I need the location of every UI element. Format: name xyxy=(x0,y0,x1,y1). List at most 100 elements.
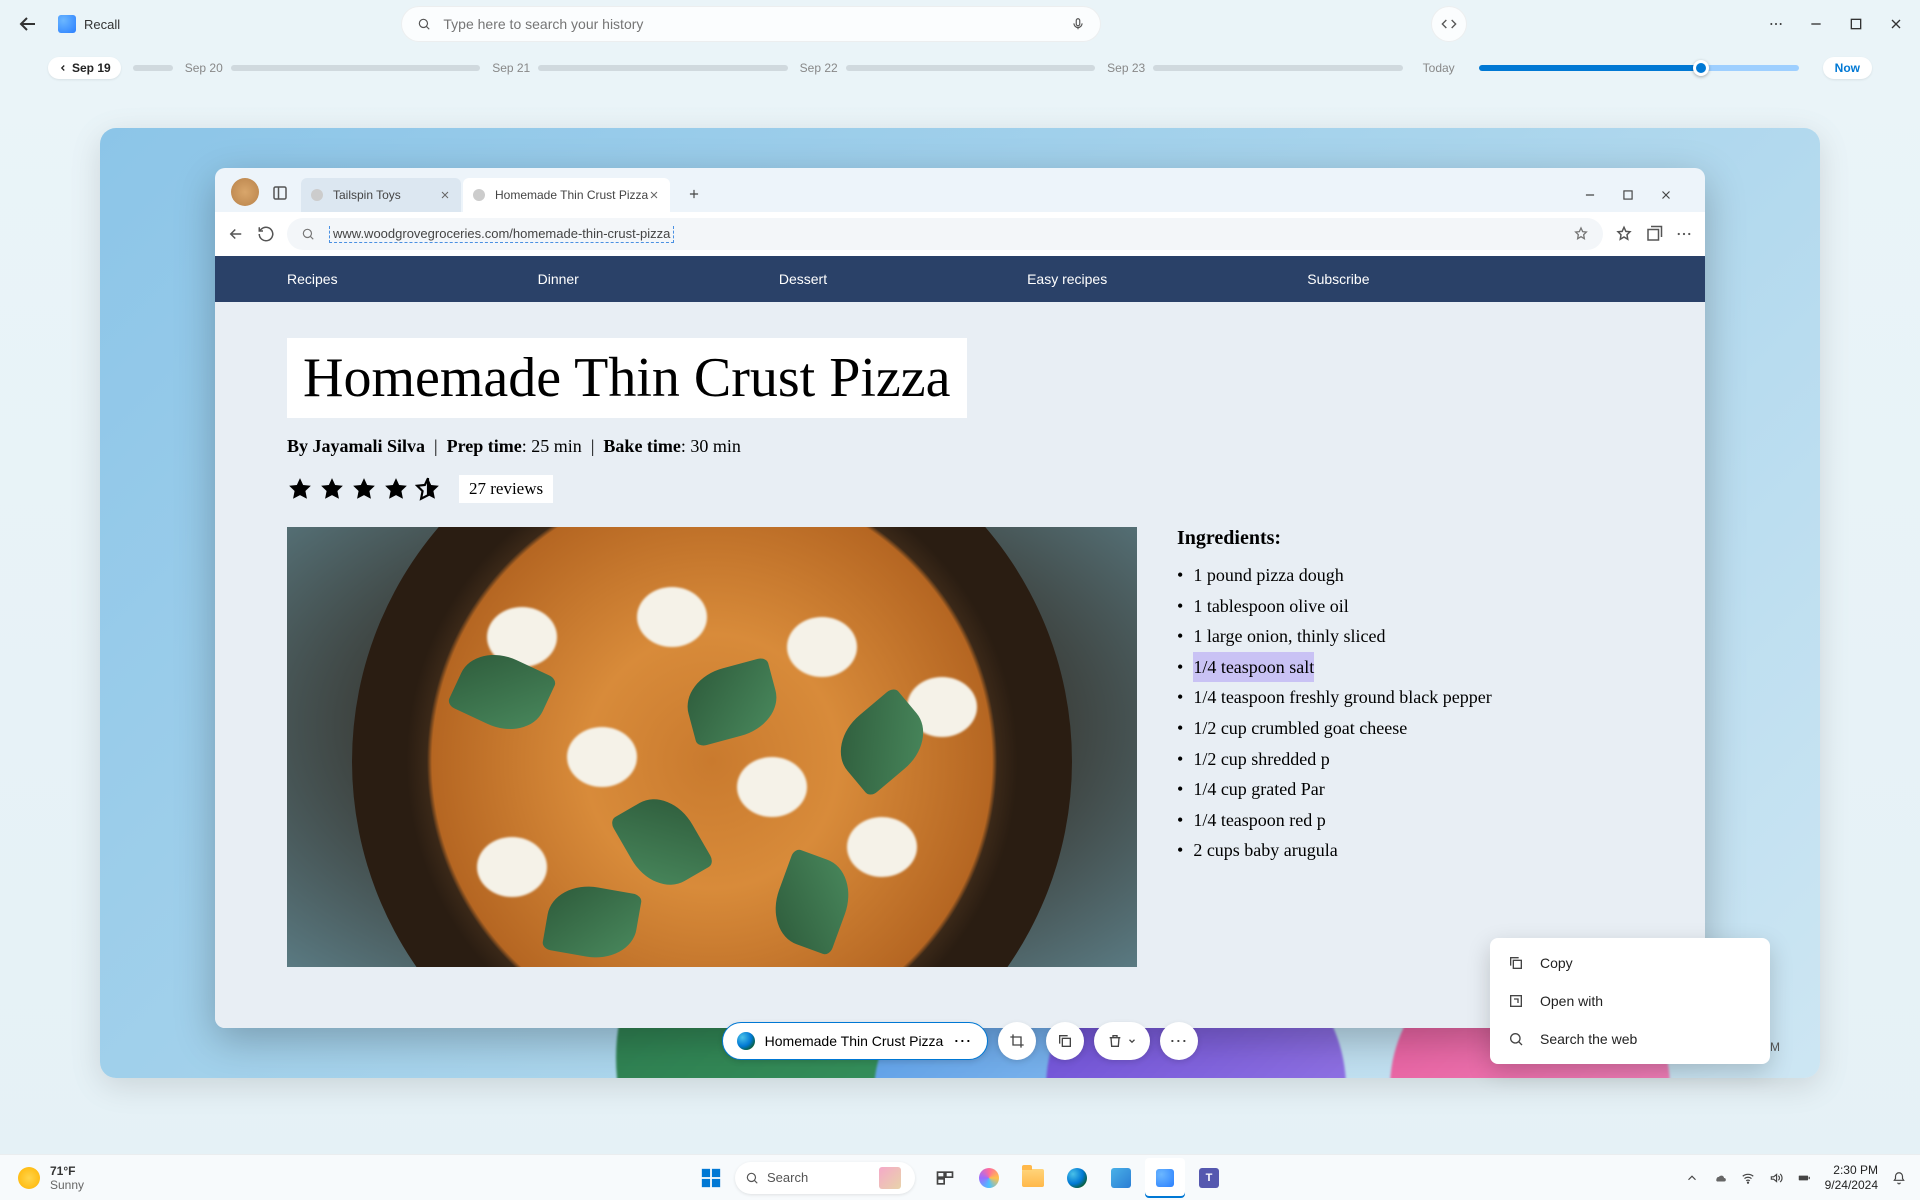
collections-icon[interactable] xyxy=(1645,225,1663,243)
teams-icon: T xyxy=(1199,1168,1219,1188)
timeline-segment[interactable] xyxy=(231,65,480,71)
store-icon xyxy=(1111,1168,1131,1188)
teams-button[interactable]: T xyxy=(1189,1158,1229,1198)
task-view-button[interactable] xyxy=(925,1158,965,1198)
snapshot-source-more-icon[interactable]: ⋯ xyxy=(953,1031,973,1052)
taskbar-clock[interactable]: 2:30 PM 9/24/2024 xyxy=(1825,1163,1878,1192)
start-button[interactable] xyxy=(691,1158,731,1198)
copilot-button[interactable] xyxy=(969,1158,1009,1198)
back-icon[interactable] xyxy=(16,12,40,36)
windows-taskbar[interactable]: 71°F Sunny Search T 2:30 PM 9/24/2024 xyxy=(0,1154,1920,1200)
onedrive-icon[interactable] xyxy=(1713,1171,1727,1185)
favorites-bar-icon[interactable] xyxy=(1615,225,1633,243)
address-url: www.woodgrovegroceries.com/homemade-thin… xyxy=(329,226,674,243)
windows-icon xyxy=(700,1167,722,1189)
more-icon[interactable] xyxy=(1768,16,1784,32)
timeline-date-label: Sep 21 xyxy=(492,61,530,75)
timeline-start-chip[interactable]: Sep 19 xyxy=(48,57,121,79)
timeline-segment[interactable] xyxy=(1153,65,1402,71)
timeline-scrubber-handle[interactable] xyxy=(1693,60,1709,76)
snapshot-more-button[interactable]: ⋯ xyxy=(1160,1022,1198,1060)
site-nav-link[interactable]: Easy recipes xyxy=(1027,271,1107,287)
favorite-icon[interactable] xyxy=(1573,226,1589,242)
browser-back-icon[interactable] xyxy=(227,225,245,243)
tab-close-icon[interactable] xyxy=(648,189,660,201)
tray-chevron-icon[interactable] xyxy=(1685,1171,1699,1185)
context-menu-search-web[interactable]: Search the web xyxy=(1490,1020,1770,1058)
tab-favicon-icon xyxy=(311,189,323,201)
ingredient-text: 2 cups baby arugula xyxy=(1193,835,1337,866)
profile-avatar[interactable] xyxy=(231,178,259,206)
volume-icon[interactable] xyxy=(1769,1171,1783,1185)
recall-app-button[interactable] xyxy=(1145,1158,1185,1198)
site-nav-link[interactable]: Recipes xyxy=(287,271,338,287)
delete-snapshot-button[interactable] xyxy=(1094,1022,1150,1060)
mic-icon[interactable] xyxy=(1071,17,1085,31)
timeline-segment[interactable] xyxy=(538,65,787,71)
history-search-input[interactable] xyxy=(443,16,1071,32)
ingredient-item[interactable]: 1 large onion, thinly sliced xyxy=(1177,621,1633,652)
site-nav-link[interactable]: Dinner xyxy=(538,271,579,287)
ingredient-item[interactable]: 1 tablespoon olive oil xyxy=(1177,591,1633,622)
edge-button[interactable] xyxy=(1057,1158,1097,1198)
copy-snapshot-button[interactable] xyxy=(1046,1022,1084,1060)
ingredient-item[interactable]: 2 cups baby arugula xyxy=(1177,835,1633,866)
notifications-icon[interactable] xyxy=(1892,1171,1906,1185)
ingredient-item[interactable]: 1/4 teaspoon freshly ground black pepper xyxy=(1177,682,1633,713)
wifi-icon[interactable] xyxy=(1741,1171,1755,1185)
site-nav: Recipes Dinner Dessert Easy recipes Subs… xyxy=(215,256,1705,302)
trash-icon xyxy=(1107,1033,1123,1049)
timeline-start-label: Sep 19 xyxy=(72,61,111,75)
ingredient-item[interactable]: 1 pound pizza dough xyxy=(1177,560,1633,591)
context-menu-copy[interactable]: Copy xyxy=(1490,944,1770,982)
minimize-icon[interactable] xyxy=(1808,16,1824,32)
timeline-now-button[interactable]: Now xyxy=(1823,57,1872,79)
battery-icon[interactable] xyxy=(1797,1171,1811,1185)
window-close-icon[interactable] xyxy=(1659,188,1673,202)
recipe-hero-image xyxy=(287,527,1137,967)
timeline-today-track[interactable] xyxy=(1479,65,1799,71)
crop-snapshot-button[interactable] xyxy=(998,1022,1036,1060)
ingredients-heading: Ingredients: xyxy=(1177,527,1633,550)
maximize-icon[interactable] xyxy=(1848,16,1864,32)
ingredient-item[interactable]: 1/4 cup grated Par xyxy=(1177,774,1633,805)
snapshot-source-chip[interactable]: Homemade Thin Crust Pizza ⋯ xyxy=(722,1022,989,1060)
timeline-segment[interactable] xyxy=(846,65,1095,71)
ingredient-item[interactable]: 1/4 teaspoon salt xyxy=(1177,652,1633,683)
taskbar-time: 2:30 PM xyxy=(1825,1163,1878,1177)
site-nav-link[interactable]: Dessert xyxy=(779,271,827,287)
browser-tab[interactable]: Homemade Thin Crust Pizza xyxy=(463,178,670,212)
browser-tab[interactable]: Tailspin Toys xyxy=(301,178,461,212)
timeline[interactable]: Sep 19 Sep 20 Sep 21 Sep 22 Sep 23 Today… xyxy=(0,48,1920,88)
vertical-tabs-icon[interactable] xyxy=(271,184,289,202)
store-button[interactable] xyxy=(1101,1158,1141,1198)
taskbar-weather[interactable]: 71°F Sunny xyxy=(0,1164,84,1192)
new-tab-button[interactable] xyxy=(680,180,708,208)
ingredient-item[interactable]: 1/4 teaspoon red p xyxy=(1177,805,1633,836)
context-menu-open-with[interactable]: Open with xyxy=(1490,982,1770,1020)
edge-icon xyxy=(1067,1168,1087,1188)
star-icon xyxy=(383,476,409,502)
site-nav-link[interactable]: Subscribe xyxy=(1307,271,1369,287)
ingredient-text: 1/2 cup crumbled goat cheese xyxy=(1193,713,1407,744)
weather-sun-icon xyxy=(18,1167,40,1189)
taskbar-search[interactable]: Search xyxy=(735,1162,915,1194)
tab-close-icon[interactable] xyxy=(439,189,451,201)
address-bar[interactable]: www.woodgrovegroceries.com/homemade-thin… xyxy=(287,218,1603,250)
ingredient-item[interactable]: 1/2 cup crumbled goat cheese xyxy=(1177,713,1633,744)
window-maximize-icon[interactable] xyxy=(1621,188,1635,202)
page-body: Homemade Thin Crust Pizza By Jayamali Si… xyxy=(215,302,1705,1028)
close-icon[interactable] xyxy=(1888,16,1904,32)
file-explorer-button[interactable] xyxy=(1013,1158,1053,1198)
timeline-segment[interactable] xyxy=(133,65,173,71)
code-icon xyxy=(1441,16,1457,32)
timeline-date-label: Sep 22 xyxy=(800,61,838,75)
search-highlight-icon xyxy=(879,1167,901,1189)
ingredient-item[interactable]: 1/2 cup shredded p xyxy=(1177,744,1633,775)
browser-refresh-icon[interactable] xyxy=(257,225,275,243)
timeline-date-label: Sep 20 xyxy=(185,61,223,75)
dev-mode-button[interactable] xyxy=(1431,6,1467,42)
window-minimize-icon[interactable] xyxy=(1583,188,1597,202)
history-search[interactable] xyxy=(401,6,1101,42)
browser-more-icon[interactable] xyxy=(1675,225,1693,243)
